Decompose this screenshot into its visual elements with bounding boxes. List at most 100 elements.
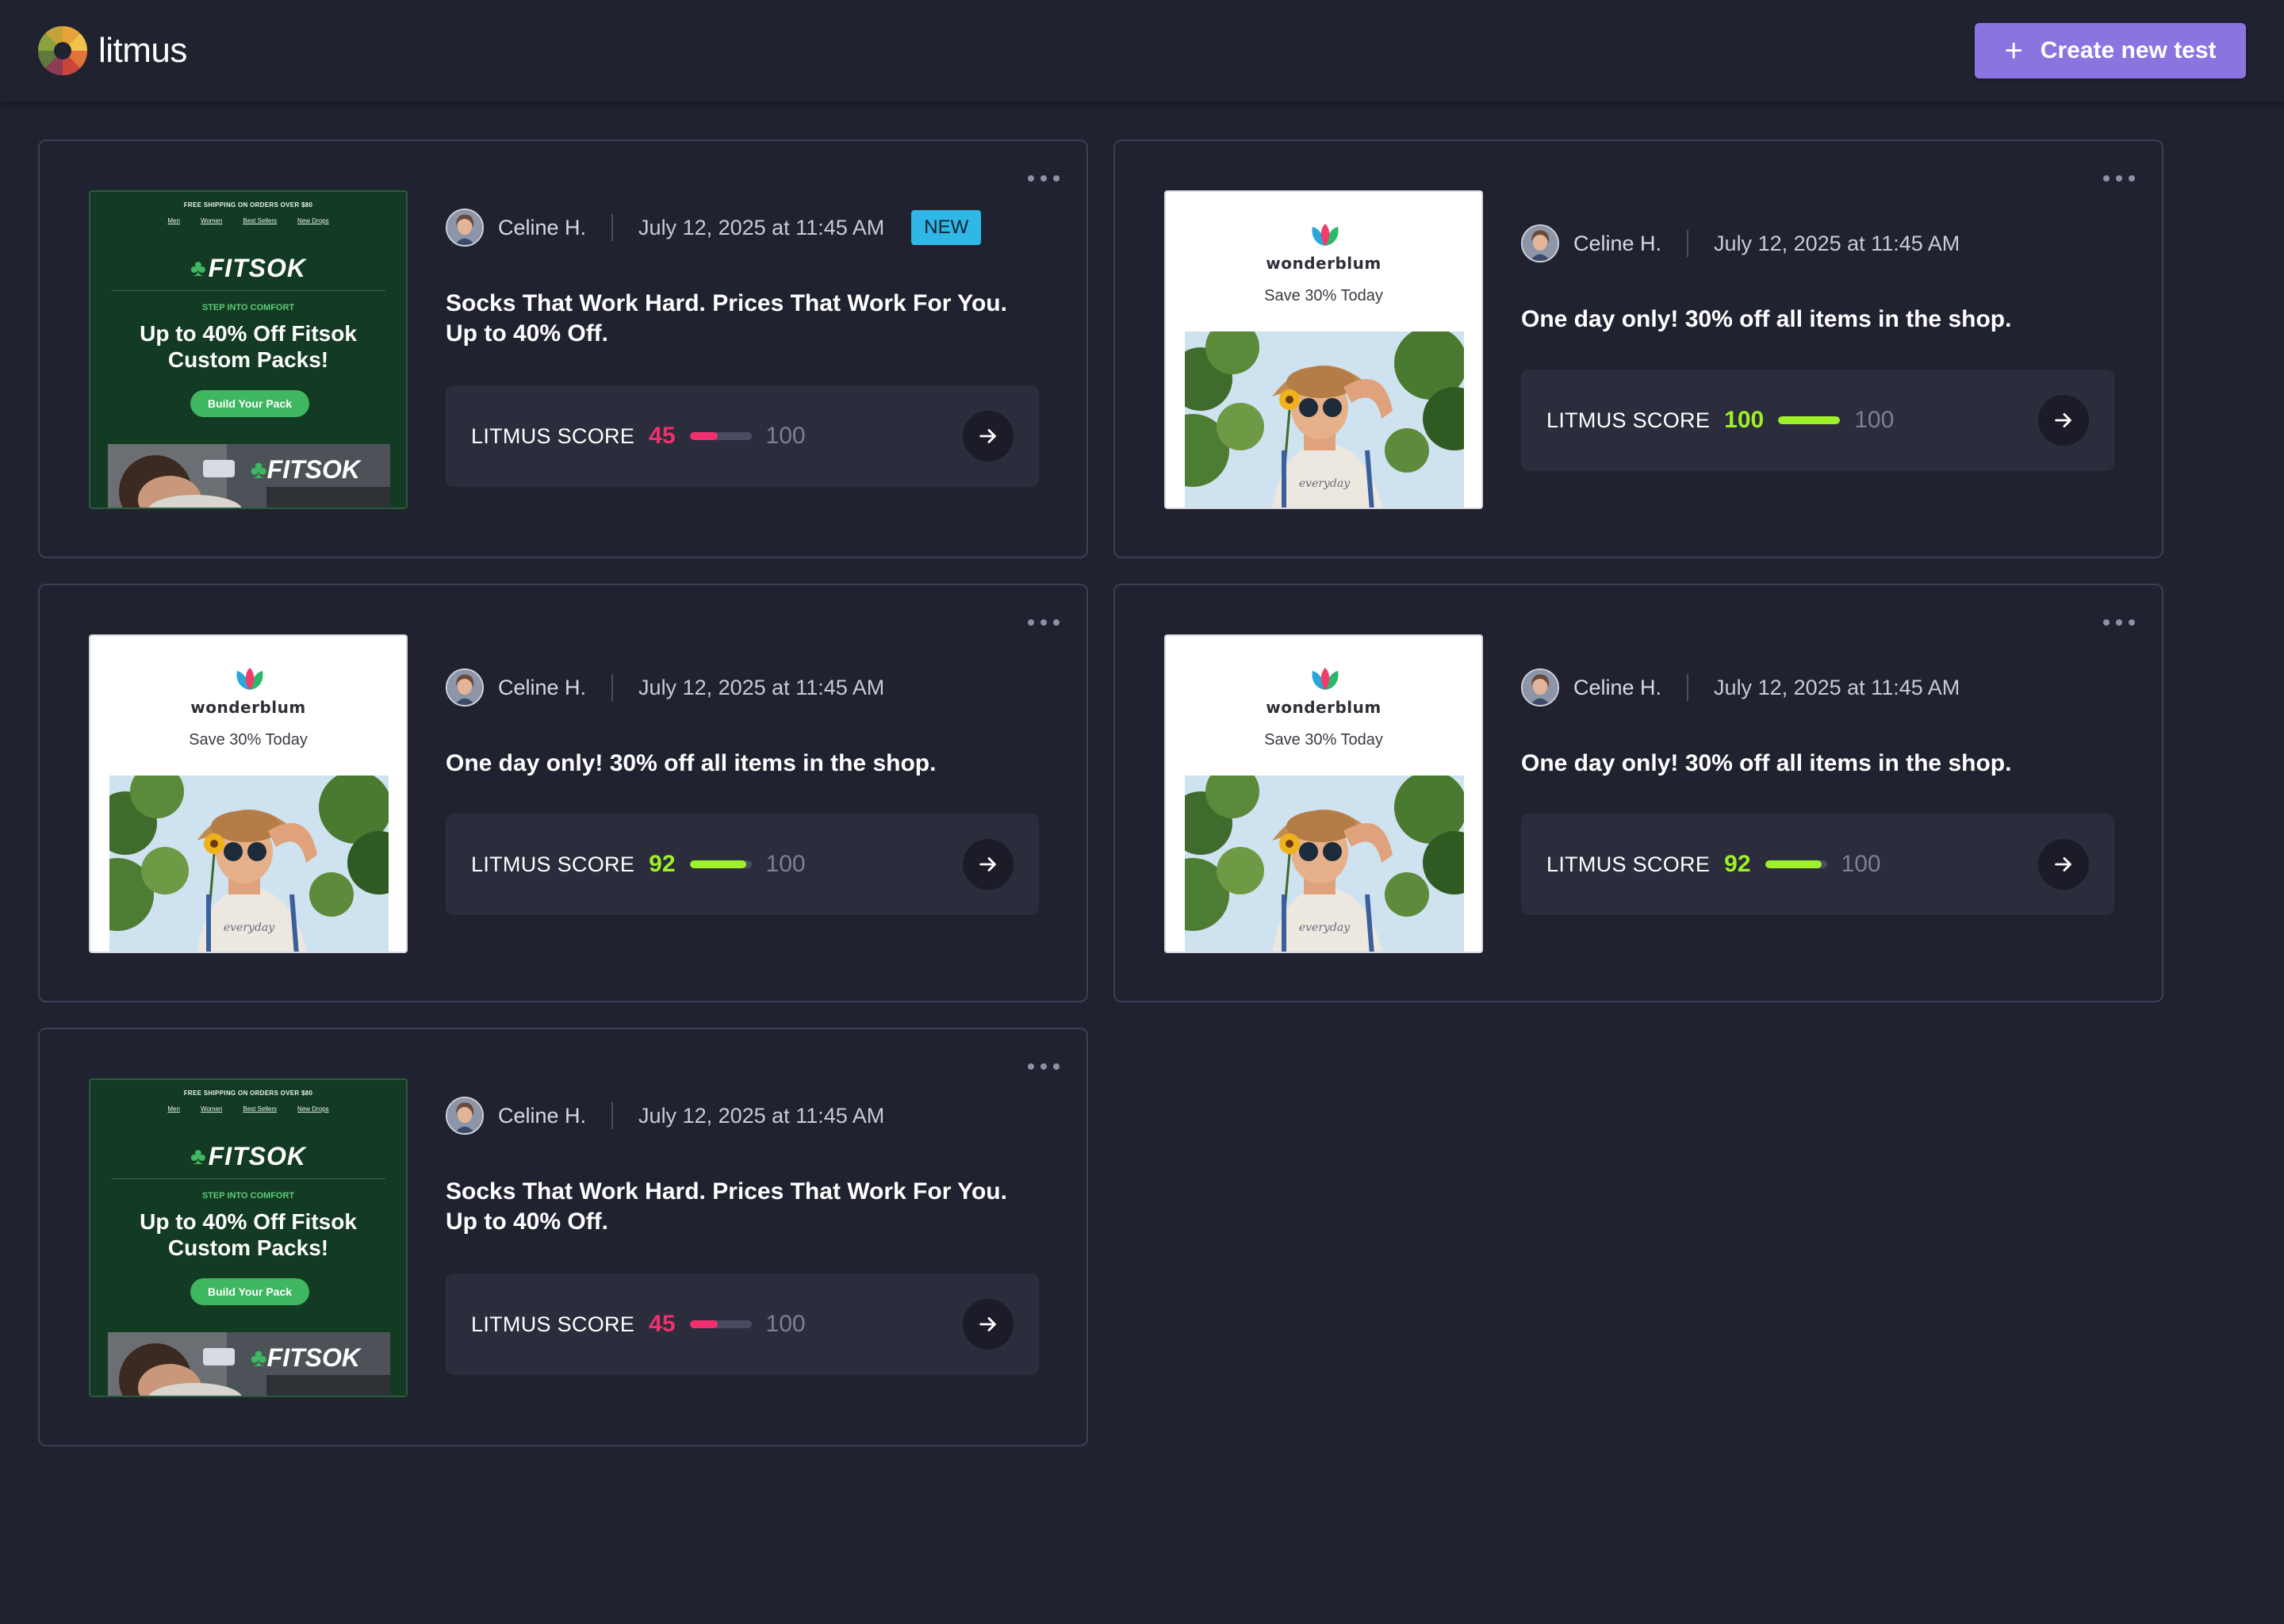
open-test-button[interactable] [963, 839, 1014, 890]
wonderblum-brand: wonderblum [190, 698, 306, 717]
email-preview-thumbnail[interactable]: FREE SHIPPING ON ORDERS OVER $80 Men Wom… [89, 1078, 408, 1397]
wonderblum-brand: wonderblum [1266, 698, 1382, 717]
wonderblum-flower-icon [1312, 224, 1339, 246]
preview-nav-item: New Drops [297, 1105, 329, 1113]
author-name: Celine H. [1573, 675, 1662, 699]
preview-shipping-banner: FREE SHIPPING ON ORDERS OVER $80 [183, 201, 313, 209]
score-label: LITMUS SCORE [1546, 852, 1711, 876]
test-date: July 12, 2025 at 11:45 AM [1714, 231, 1960, 255]
wonderblum-brand: wonderblum [1266, 254, 1382, 273]
litmus-logo-icon [37, 25, 88, 76]
preview-tagline: Save 30% Today [1264, 731, 1383, 749]
subject-line: Up to 40% Off. [446, 320, 609, 347]
preview-nav-item: Best Sellers [243, 217, 278, 224]
test-date: July 12, 2025 at 11:45 AM [638, 215, 885, 239]
test-date: July 12, 2025 at 11:45 AM [638, 675, 885, 699]
score-bar-fill [689, 1320, 718, 1328]
score-max: 100 [1841, 851, 1881, 877]
avatar-image [447, 1098, 482, 1133]
fitsok-logo-text: FITSOK [208, 254, 306, 282]
svg-text:everyday: everyday [1299, 477, 1351, 490]
preview-divider [111, 290, 385, 291]
email-preview-thumbnail[interactable]: wonderblum Save 30% Today everyday [1164, 634, 1483, 953]
avatar [446, 1097, 484, 1135]
email-preview-thumbnail[interactable]: wonderblum Save 30% Today everyday [89, 634, 408, 953]
fitsok-logo-text: FITSOK [208, 1142, 306, 1170]
preview-nav-item: Men [167, 217, 180, 224]
avatar [1521, 224, 1559, 262]
arrow-right-icon [979, 1317, 996, 1331]
preview-divider [111, 1178, 385, 1179]
more-options-icon[interactable] [1028, 617, 1060, 628]
preview-nav: Men Women Best Sellers New Drops [90, 217, 406, 224]
test-meta: Celine H. July 12, 2025 at 11:45 AM [446, 668, 884, 707]
test-meta: Celine H. July 12, 2025 at 11:45 AM [1521, 224, 1960, 263]
more-options-icon[interactable] [2103, 617, 2135, 628]
score-value: 45 [649, 423, 676, 449]
brand-name: litmus [98, 31, 187, 70]
meta-divider [611, 1102, 614, 1129]
score-max: 100 [765, 423, 806, 449]
meta-divider [1687, 230, 1689, 257]
photo-fitsok-logo-text: FITSOK [266, 455, 360, 484]
woman-with-flower-photo: everyday [1185, 776, 1464, 952]
more-options-icon[interactable] [1028, 173, 1060, 184]
litmus-score-panel: LITMUS SCORE 92 100 [446, 814, 1039, 915]
open-test-button[interactable] [2038, 395, 2089, 446]
preview-nav: Men Women Best Sellers New Drops [90, 1105, 406, 1113]
score-bar [689, 432, 752, 440]
photo-fitsok-logo-text: FITSOK [266, 1343, 360, 1372]
avatar-image [447, 210, 482, 245]
avatar [1521, 668, 1559, 707]
score-bar [689, 860, 752, 868]
avatar-image [1523, 670, 1558, 705]
test-card[interactable]: FREE SHIPPING ON ORDERS OVER $80 Men Wom… [38, 140, 1088, 558]
score-label: LITMUS SCORE [471, 1312, 635, 1336]
fitsok-logo: ♣ FITSOK [90, 1142, 406, 1171]
svg-text:everyday: everyday [1299, 921, 1351, 934]
open-test-button[interactable] [963, 1299, 1014, 1350]
email-subject: Socks That Work Hard. Prices That Work F… [446, 289, 1048, 349]
test-date: July 12, 2025 at 11:45 AM [638, 1103, 885, 1128]
score-bar [1765, 860, 1827, 868]
preview-nav-item: Women [200, 1105, 223, 1113]
fitsok-logo: ♣ FITSOK [90, 254, 406, 283]
test-meta: Celine H. July 12, 2025 at 11:45 AM [1521, 668, 1960, 707]
test-meta: Celine H. July 12, 2025 at 11:45 AM [446, 1096, 884, 1136]
clover-icon: ♣ [250, 455, 267, 484]
score-bar-fill [1765, 860, 1822, 868]
subject-line: One day only! 30% off all items in the s… [1521, 306, 2012, 332]
more-options-icon[interactable] [2103, 173, 2135, 184]
woman-with-flower-photo: everyday [1185, 331, 1464, 508]
open-test-button[interactable] [2038, 839, 2089, 890]
score-value: 92 [649, 851, 676, 877]
arrow-right-icon [2055, 857, 2071, 871]
author-name: Celine H. [498, 675, 587, 699]
test-card[interactable]: wonderblum Save 30% Today everyday Celin… [1113, 584, 2163, 1002]
photo-fitsok-logo: ♣FITSOK [251, 455, 360, 485]
meta-divider [1687, 674, 1689, 701]
open-test-button[interactable] [963, 411, 1014, 462]
score-max: 100 [765, 851, 806, 877]
subject-line: Socks That Work Hard. Prices That Work F… [446, 1178, 1007, 1205]
more-options-icon[interactable] [1028, 1061, 1060, 1072]
test-card[interactable]: wonderblum Save 30% Today everyday Celin… [1113, 140, 2163, 558]
preview-hero-photo: everyday [1185, 776, 1464, 952]
author-name: Celine H. [498, 1103, 587, 1128]
litmus-logo[interactable]: litmus [36, 24, 187, 78]
preview-headline: Up to 40% Off Fitsok Custom Packs! [140, 321, 357, 372]
test-card[interactable]: FREE SHIPPING ON ORDERS OVER $80 Men Wom… [38, 1028, 1088, 1446]
email-preview-thumbnail[interactable]: FREE SHIPPING ON ORDERS OVER $80 Men Wom… [89, 190, 408, 509]
create-new-test-button[interactable]: + Create new test [1975, 23, 2246, 79]
arrow-right-icon [2055, 413, 2071, 427]
email-subject: One day only! 30% off all items in the s… [1521, 749, 2124, 779]
email-preview-thumbnail[interactable]: wonderblum Save 30% Today everyday [1164, 190, 1483, 509]
preview-kicker: STEP INTO COMFORT [201, 303, 295, 312]
author-name: Celine H. [498, 215, 587, 239]
preview-hero-photo: everyday [109, 776, 389, 952]
test-card[interactable]: wonderblum Save 30% Today everyday Celin… [38, 584, 1088, 1002]
meta-divider [611, 674, 614, 701]
score-bar [1778, 416, 1841, 424]
litmus-score-panel: LITMUS SCORE 92 100 [1521, 814, 2114, 915]
litmus-score-panel: LITMUS SCORE 45 100 [446, 385, 1039, 487]
